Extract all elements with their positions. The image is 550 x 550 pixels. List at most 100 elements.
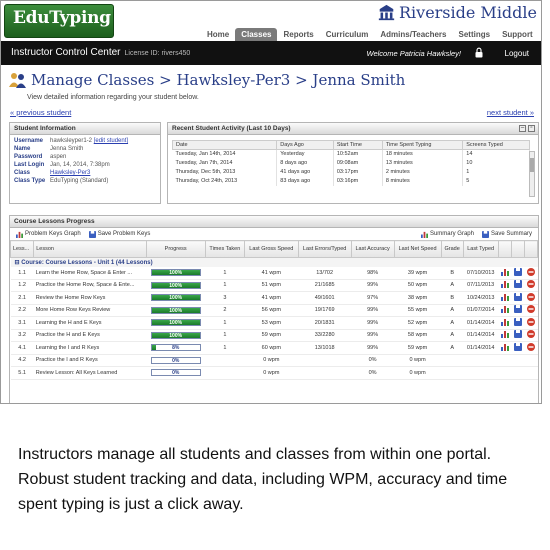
lessons-column-header[interactable]: Times Taken <box>204 240 245 258</box>
lessons-column-header[interactable]: Last Errors/Typed <box>297 240 352 258</box>
summary-graph-label: Summary Graph <box>429 231 474 237</box>
activity-column-header[interactable]: Date <box>171 140 278 150</box>
lessons-column-header[interactable]: Lesson <box>33 240 147 258</box>
lesson-row[interactable]: 3.1 Learning the H and E Keys 100% 1 53 wpm 2… <box>10 316 538 330</box>
net-speed: 38 wpm <box>394 291 442 305</box>
nav-support[interactable]: Support <box>496 28 539 42</box>
gross-speed: 53 wpm <box>244 316 299 330</box>
previous-student-link[interactable]: « previous student <box>10 108 71 117</box>
lesson-delete-icon[interactable] <box>526 305 535 314</box>
lesson-graph-icon[interactable] <box>500 293 509 301</box>
gross-speed: 60 wpm <box>244 341 299 355</box>
lesson-name[interactable]: Practice the Home Row, Space & Ente... <box>33 279 147 292</box>
lesson-delete-icon[interactable] <box>526 267 535 276</box>
lesson-graph-icon[interactable] <box>500 305 509 314</box>
lesson-save-icon[interactable] <box>513 305 522 314</box>
activity-column-header[interactable]: Screens Typed <box>462 140 530 150</box>
lessons-column-header[interactable]: Less... <box>9 240 35 258</box>
lessons-column-header[interactable]: Last Accuracy <box>350 240 395 258</box>
info-key: Class <box>14 170 31 176</box>
activity-row: Thursday, Dec 5th, 2013 41 days ago 03:17p… <box>172 167 530 177</box>
lesson-row[interactable]: 3.2 Practice the H and E Keys 100% 1 59 wpm 3… <box>10 329 538 342</box>
panel-buttons: – ▫ <box>519 125 535 132</box>
class-link[interactable]: Hawksley-Per3 <box>50 170 90 176</box>
lesson-delete-icon[interactable] <box>526 280 535 289</box>
info-key: Class Type <box>14 178 46 184</box>
lessons-column-header[interactable]: Grade <box>440 240 464 258</box>
last-typed: 01/14/2014 <box>463 316 499 330</box>
activity-scrollbar[interactable] <box>529 151 535 197</box>
lesson-save-icon[interactable] <box>513 280 522 289</box>
lesson-row[interactable]: 1.2 Practice the Home Row, Space & Ente..… <box>10 279 538 292</box>
course-group-cell[interactable]: ⊟ Course: Course Lessons - Unit 1 (44 Le… <box>10 257 538 267</box>
problem-keys-graph-button[interactable]: Problem Keys Graph <box>16 230 81 238</box>
save-summary-button[interactable]: Save Summary <box>481 230 532 238</box>
net-speed: 0 wpm <box>394 366 442 380</box>
edutyping-logo[interactable]: EduTyping <box>4 4 114 38</box>
lesson-graph-icon[interactable] <box>500 318 509 326</box>
activity-scroll-thumb[interactable] <box>530 158 534 172</box>
nav-classes[interactable]: Classes <box>235 28 278 42</box>
lesson-name[interactable]: Learning the H and E Keys <box>33 316 147 330</box>
lesson-delete-icon[interactable] <box>526 317 535 326</box>
student-information-title: Student Information <box>10 123 160 135</box>
lessons-column-header[interactable]: Last Net Speed <box>393 240 442 258</box>
lesson-name[interactable]: More Home Row Keys Review <box>33 304 147 317</box>
last-typed: 01/14/2014 <box>463 329 499 342</box>
lesson-row[interactable]: 1.1 Learn the Home Row, Space & Enter ...… <box>10 266 538 280</box>
lessons-column-header[interactable]: Last Gross Speed <box>243 240 299 258</box>
lesson-name[interactable]: Learning the I and R Keys <box>33 341 147 355</box>
nav-reports[interactable]: Reports <box>277 28 319 42</box>
lesson-row[interactable]: 2.1 Review the Home Row Keys 100% 3 41 wpm 49… <box>10 291 538 305</box>
edit-student-link[interactable]: [edit student] <box>94 138 128 144</box>
lesson-name[interactable]: Learn the Home Row, Space & Enter ... <box>33 266 147 280</box>
activity-cell: 5 <box>462 176 530 186</box>
lesson-name[interactable]: Review Lesson: All Keys Learned <box>33 366 147 380</box>
lesson-delete-icon[interactable] <box>526 292 535 301</box>
lesson-save-icon[interactable] <box>513 330 522 339</box>
logout-link[interactable]: Logout <box>505 49 529 58</box>
nav-curriculum[interactable]: Curriculum <box>320 28 375 42</box>
lesson-save-icon[interactable] <box>513 267 522 276</box>
lessons-column-header[interactable]: Last Typed <box>462 240 499 258</box>
nav-settings[interactable]: Settings <box>453 28 497 42</box>
lesson-delete-cell <box>524 279 538 292</box>
lessons-column-header[interactable]: Progress <box>145 240 206 258</box>
activity-column-header[interactable]: Days Ago <box>276 140 334 150</box>
lesson-delete-icon[interactable] <box>526 342 535 351</box>
activity-column-header[interactable]: Start Time <box>332 140 383 150</box>
lesson-save-icon[interactable] <box>513 317 522 326</box>
lesson-row[interactable]: 5.1 Review Lesson: All Keys Learned 0% 0 wp… <box>10 366 538 380</box>
progress-bar: 8% <box>150 344 201 352</box>
save-problem-keys-button[interactable]: Save Problem Keys <box>88 230 150 238</box>
lesson-row[interactable]: 4.1 Learning the I and R Keys 8% 1 60 wpm 13/… <box>10 341 538 355</box>
accuracy: 99% <box>351 329 395 342</box>
lesson-save-icon[interactable] <box>513 292 522 301</box>
lesson-delete-icon[interactable] <box>526 330 535 339</box>
lesson-name[interactable]: Review the Home Row Keys <box>33 291 147 305</box>
lesson-graph-icon[interactable] <box>500 280 509 289</box>
nav-admins-teachers[interactable]: Admins/Teachers <box>374 28 452 42</box>
summary-graph-button[interactable]: Summary Graph <box>420 230 474 238</box>
course-lessons-title: Course Lessons Progress <box>10 216 538 228</box>
times-taken: 1 <box>205 316 245 330</box>
lesson-name[interactable]: Practice the H and E Keys <box>33 329 147 342</box>
lesson-progress: 100% <box>146 329 206 342</box>
lesson-graph-icon[interactable] <box>500 343 509 351</box>
lesson-graph-icon[interactable] <box>500 330 509 339</box>
collapse-panel-icon[interactable]: – <box>519 125 526 132</box>
activity-cell: 03:16pm <box>333 176 383 186</box>
lesson-graph-icon[interactable] <box>500 268 509 276</box>
progress-label: 8% <box>172 345 180 352</box>
course-group-label: Course: Course Lessons - Unit 1 (44 Less… <box>21 259 153 266</box>
lesson-row[interactable]: 4.2 Practice the I and R Keys 0% 0 wpm 0% 0 w… <box>10 354 538 367</box>
maximize-panel-icon[interactable]: ▫ <box>528 125 535 132</box>
breadcrumb[interactable]: Manage Classes > Hawksley-Per3 > Jenna S… <box>31 71 405 89</box>
activity-column-header[interactable]: Time Spent Typing <box>381 140 464 150</box>
lesson-row[interactable]: 2.2 More Home Row Keys Review 100% 2 56 wpm 1… <box>10 304 538 317</box>
course-group-row[interactable]: ⊟ Course: Course Lessons - Unit 1 (44 Le… <box>10 257 538 267</box>
lesson-name[interactable]: Practice the I and R Keys <box>33 354 147 367</box>
lesson-save-icon[interactable] <box>513 342 522 351</box>
next-student-link[interactable]: next student » <box>487 108 534 117</box>
nav-home[interactable]: Home <box>201 28 235 42</box>
